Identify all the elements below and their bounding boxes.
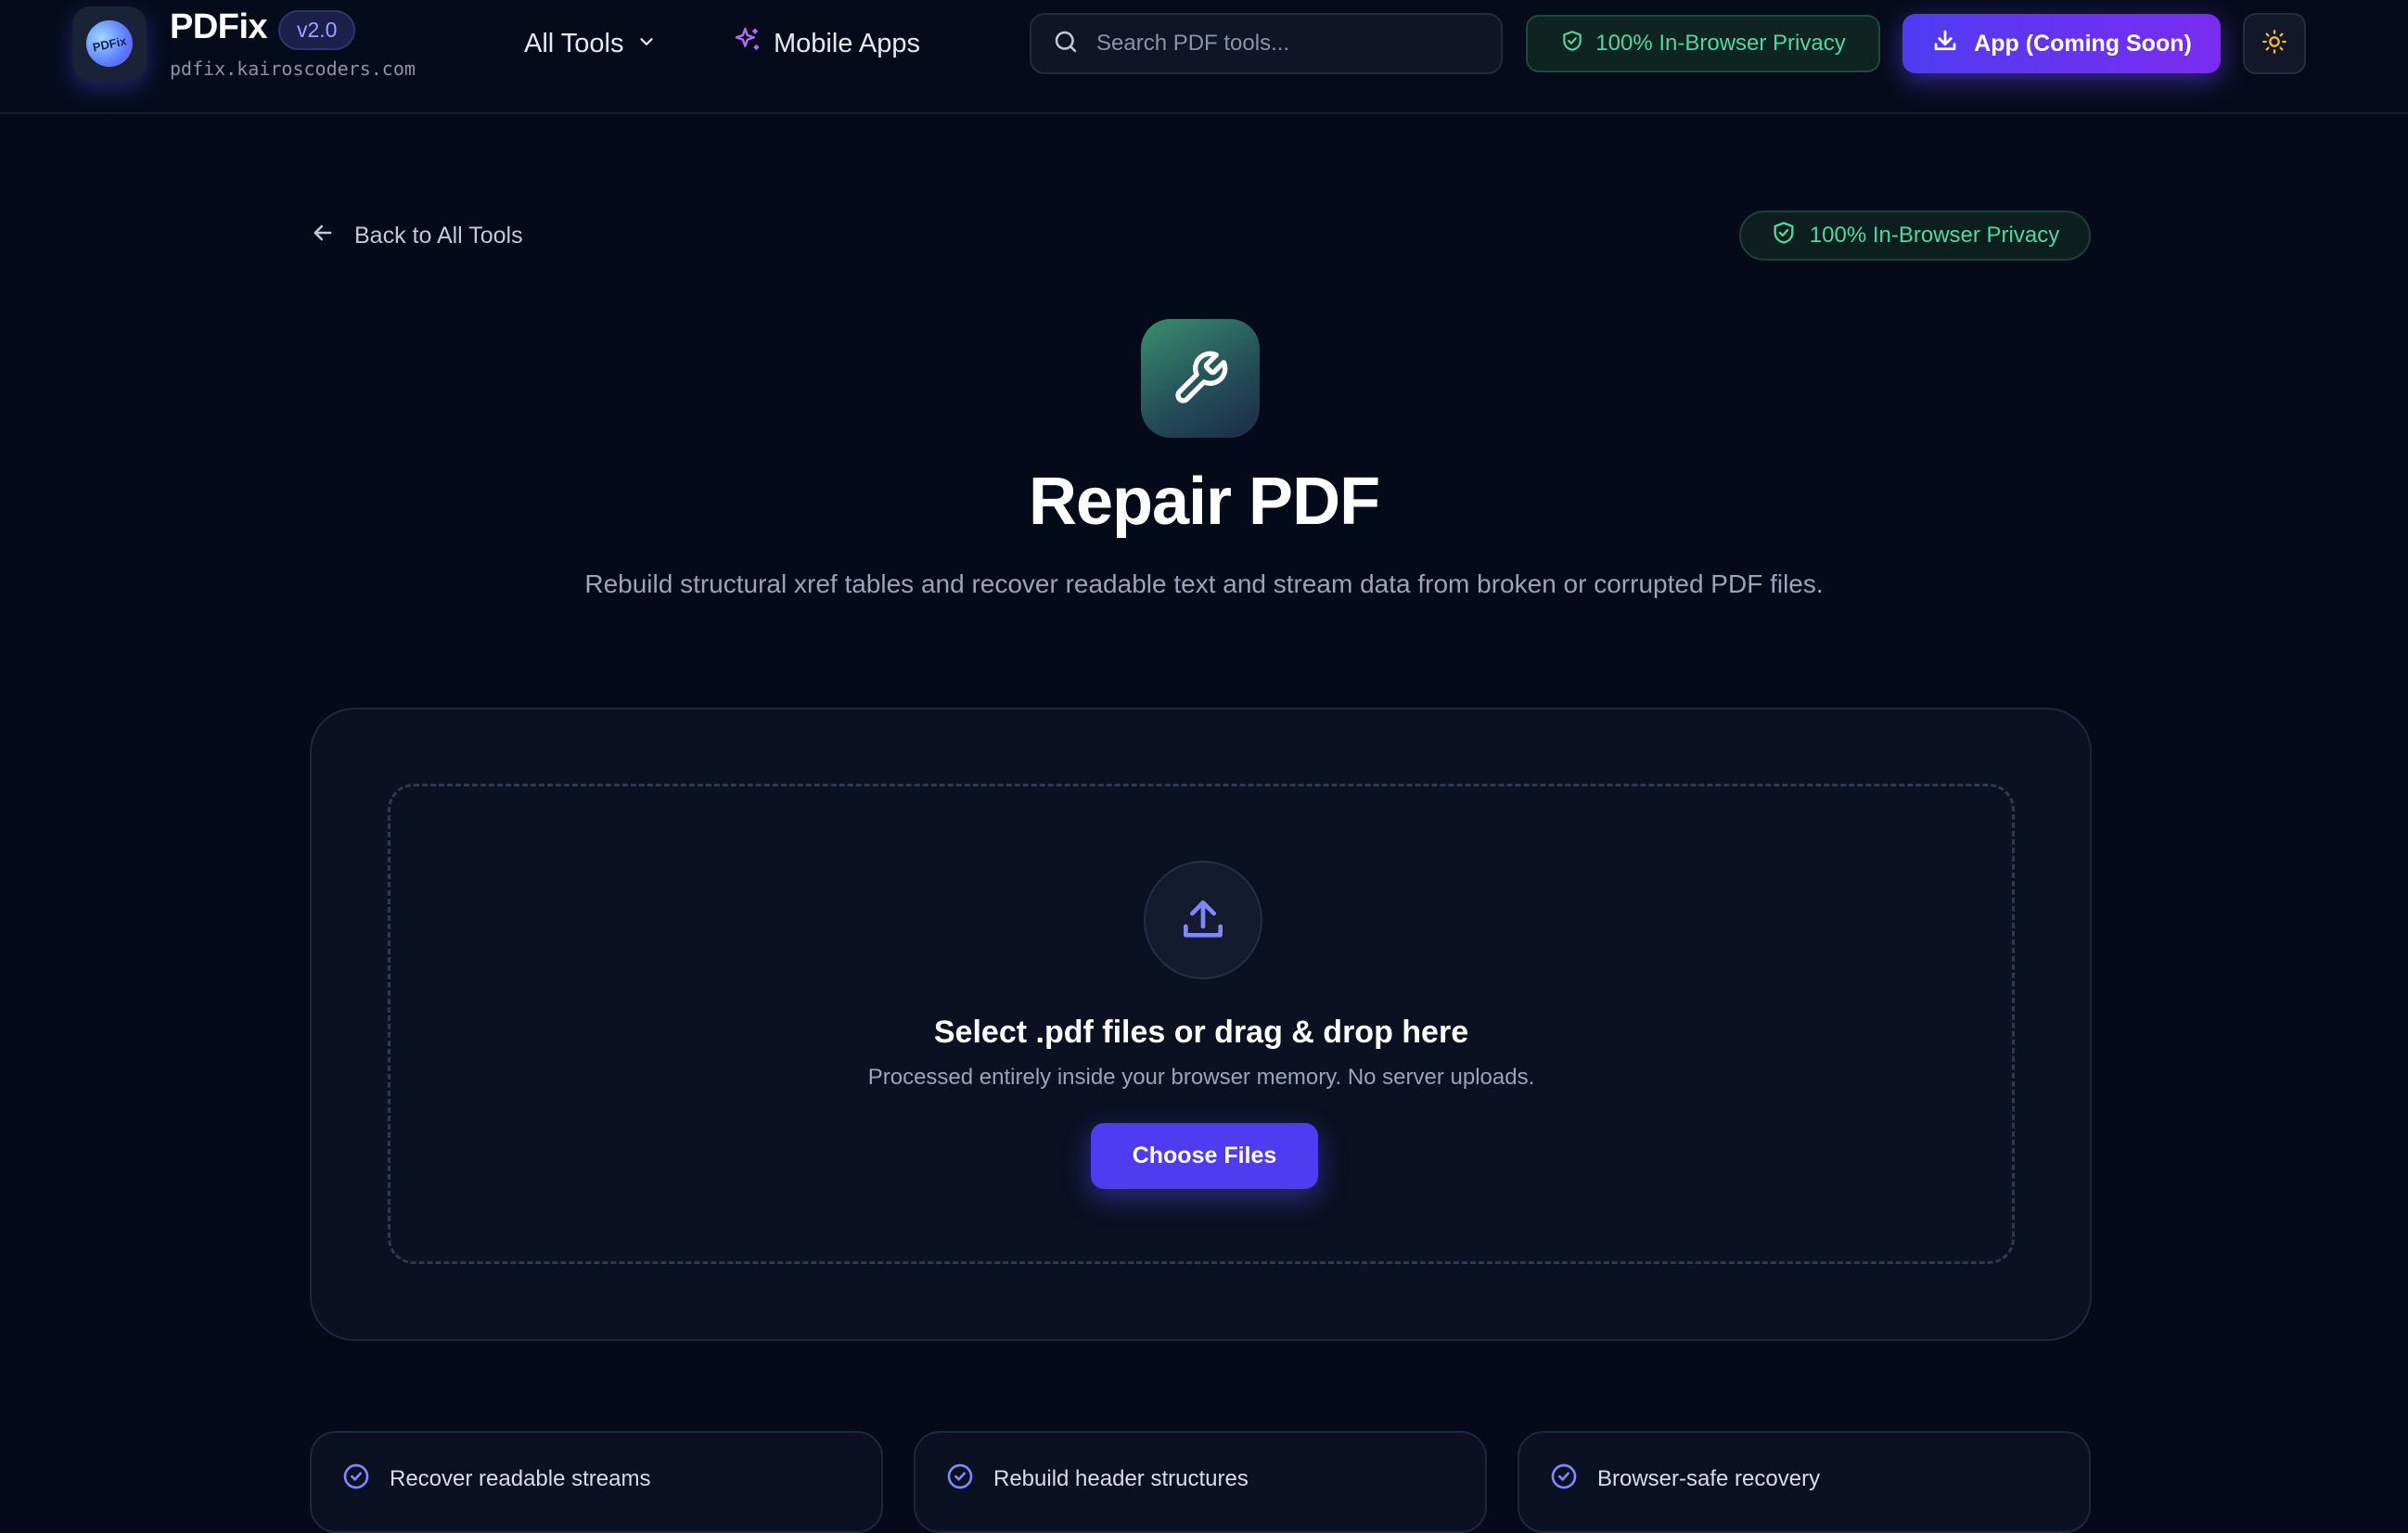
theme-toggle-button[interactable] [2243,13,2306,74]
search-input[interactable] [1096,31,1486,57]
app-coming-soon-button[interactable]: App (Coming Soon) [1902,14,2221,73]
wrench-icon [1141,319,1260,438]
check-circle-icon [341,1462,371,1498]
privacy-badge-main: 100% In-Browser Privacy [1739,211,2091,261]
page-description: Rebuild structural xref tables and recov… [584,569,1824,598]
privacy-badge-main-label: 100% In-Browser Privacy [1809,223,2060,248]
brand-name[interactable]: PDFix [170,7,268,47]
privacy-badge-header: 100% In-Browser Privacy [1526,15,1880,72]
upload-card: Select .pdf files or drag & drop here Pr… [310,708,2092,1341]
feature-card: Browser-safe recovery [1518,1431,2091,1533]
shield-check-icon [1560,29,1584,59]
top-navigation-bar: PDFix PDFix v2.0 pdfix.kairoscoders.com … [0,0,2408,114]
shield-check-icon [1771,220,1797,252]
privacy-badge-label: 100% In-Browser Privacy [1595,31,1846,56]
dropzone-subtitle: Processed entirely inside your browser m… [867,1065,1535,1090]
sparkles-icon [733,25,762,62]
mobile-apps-link[interactable]: Mobile Apps [733,24,920,63]
app-button-label: App (Coming Soon) [1974,30,2192,57]
back-link-label: Back to All Tools [354,222,523,249]
page-title: Repair PDF [1028,465,1380,539]
logo-icon[interactable]: PDFix [72,6,147,81]
sun-icon [2261,29,2287,59]
chevron-down-icon [636,29,657,59]
all-tools-menu[interactable]: All Tools [524,24,657,63]
version-badge: v2.0 [278,10,356,50]
back-to-all-tools-link[interactable]: Back to All Tools [310,219,523,252]
feature-label: Browser-safe recovery [1597,1466,1821,1491]
search-box[interactable] [1030,13,1503,74]
download-icon [1931,27,1959,61]
dropzone-title: Select .pdf files or drag & drop here [933,1015,1469,1050]
choose-files-button[interactable]: Choose Files [1091,1123,1318,1189]
feature-label: Recover readable streams [390,1466,651,1491]
file-dropzone[interactable]: Select .pdf files or drag & drop here Pr… [388,784,2015,1264]
mobile-apps-label: Mobile Apps [774,28,920,58]
check-circle-icon [1549,1462,1579,1498]
brand-url: pdfix.kairoscoders.com [170,57,416,80]
check-circle-icon [945,1462,975,1498]
logo-mark: PDFix [82,16,137,71]
feature-card: Recover readable streams [310,1431,883,1533]
feature-label: Rebuild header structures [993,1466,1249,1491]
upload-icon [1144,861,1262,979]
feature-card: Rebuild header structures [914,1431,1487,1533]
arrow-left-icon [310,220,336,252]
all-tools-label: All Tools [524,28,624,58]
search-icon [1052,28,1080,60]
